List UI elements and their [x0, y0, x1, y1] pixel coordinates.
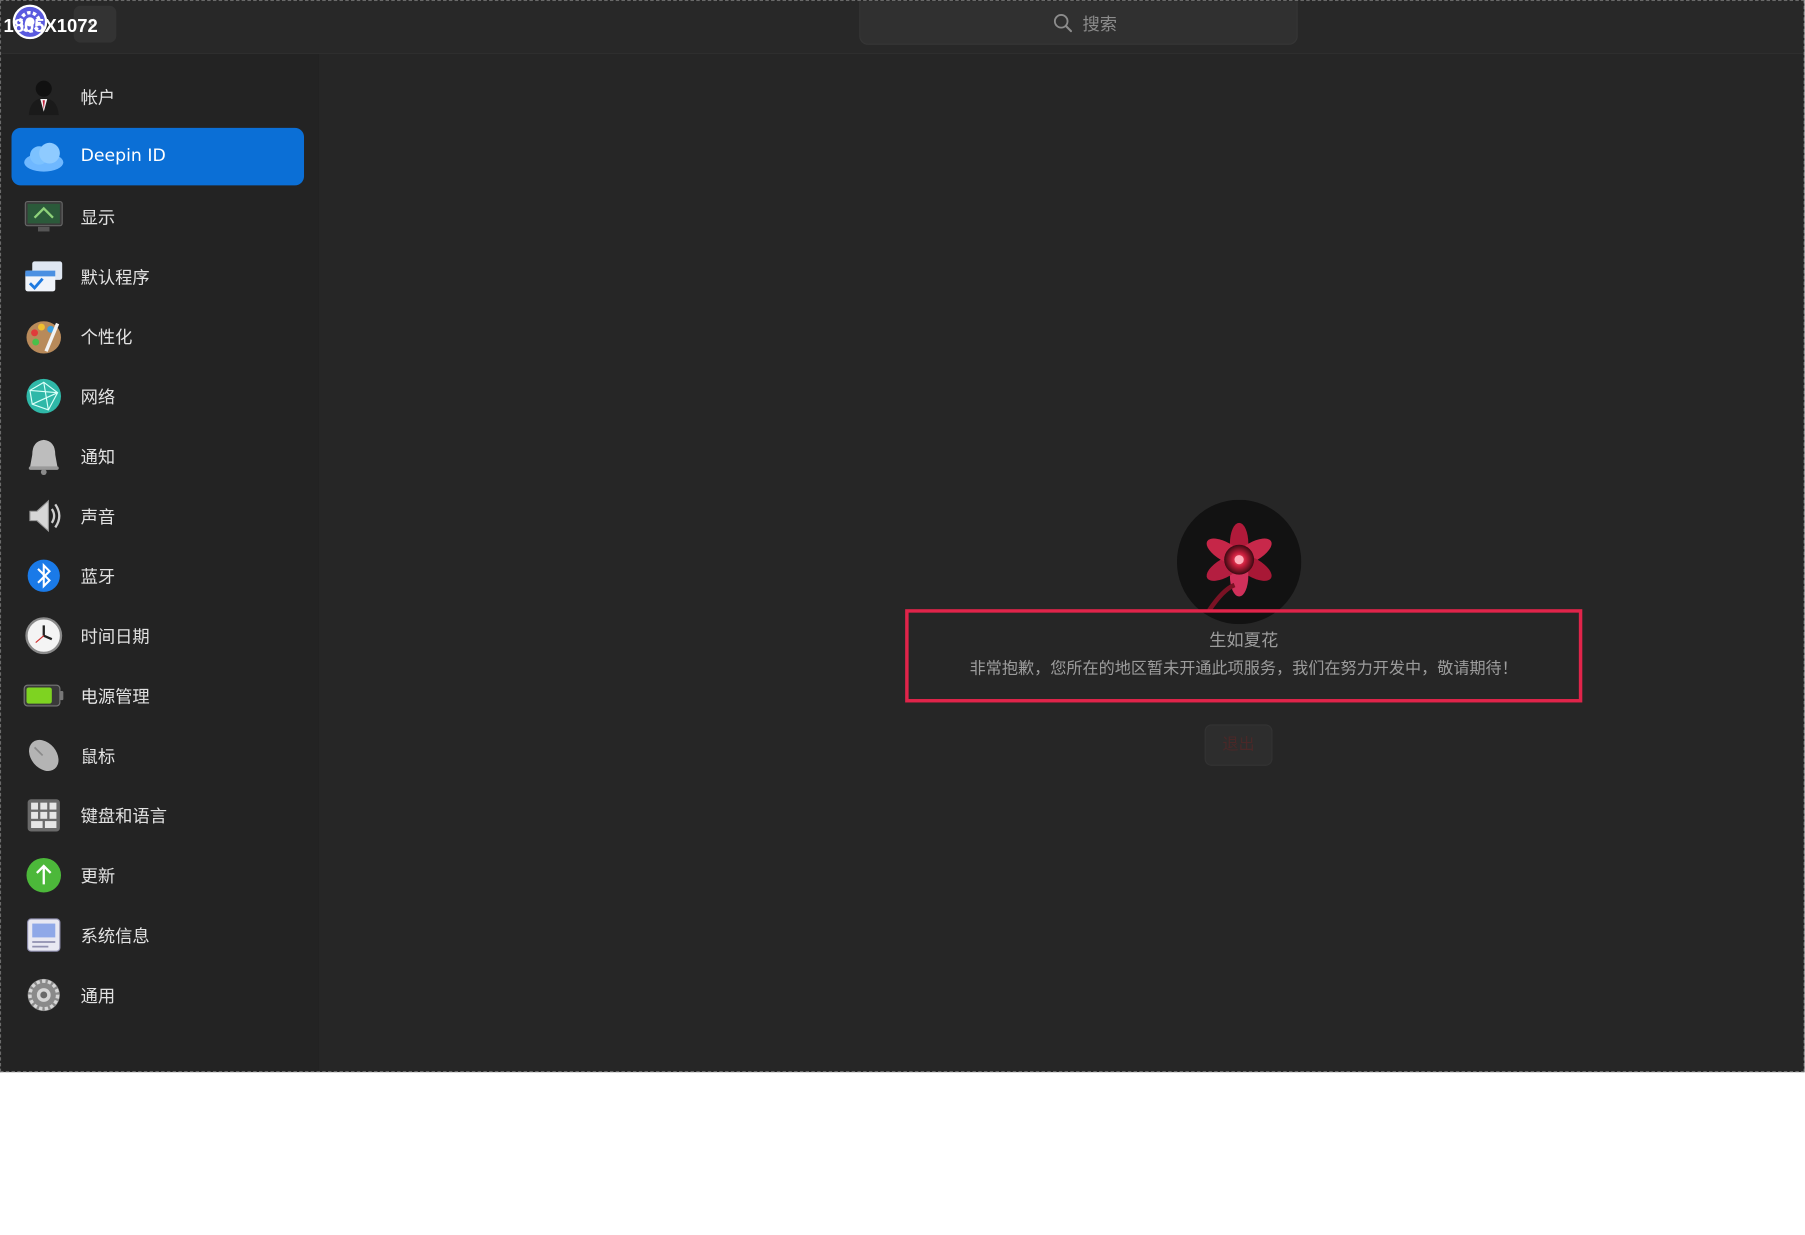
sidebar-item-personalization[interactable]: 个性化 — [12, 307, 305, 365]
search-icon — [1053, 14, 1073, 33]
search-placeholder: 搜索 — [1082, 13, 1118, 35]
sidebar-item-bluetooth[interactable]: 蓝牙 — [12, 547, 305, 605]
sidebar-item-label: 时间日期 — [80, 626, 150, 648]
battery-icon — [23, 684, 64, 707]
sidebar-item-label: 电源管理 — [80, 686, 150, 708]
personalization-icon — [26, 321, 62, 354]
sidebar-item-datetime[interactable]: 时间日期 — [12, 607, 305, 665]
sidebar-item-keyboard[interactable]: 键盘和语言 — [12, 787, 305, 845]
mouse-icon — [29, 739, 59, 771]
sidebar-item-label: 鼠标 — [80, 746, 116, 767]
sidebar: 帐户 Deepin ID 显示 默认程序 个性化 网络 通知 声音 蓝牙 时间日… — [1, 54, 319, 1071]
sidebar-item-label: 通知 — [80, 446, 116, 468]
cloud-icon — [24, 142, 64, 172]
username: 生如夏花 — [1209, 629, 1279, 651]
sidebar-item-system-info[interactable]: 系统信息 — [12, 906, 305, 964]
sidebar-item-label: 帐户 — [80, 87, 116, 109]
bell-icon — [28, 439, 59, 476]
search-box[interactable]: 搜索 — [859, 1, 1298, 45]
sidebar-item-label: 显示 — [80, 207, 116, 229]
network-icon — [26, 378, 62, 414]
sidebar-item-label: Deepin ID — [80, 145, 166, 166]
sidebar-item-default-apps[interactable]: 默认程序 — [12, 248, 305, 306]
sidebar-item-label: 网络 — [80, 386, 116, 408]
sidebar-item-power[interactable]: 电源管理 — [12, 667, 305, 725]
sidebar-item-deepin-id[interactable]: Deepin ID — [11, 127, 305, 186]
logout-button[interactable]: 退出 — [1204, 724, 1273, 766]
service-unavailable-notice: 非常抱歉，您所在的地区暂未开通此项服务，我们在努力开发中，敬请期待！ — [969, 659, 1518, 679]
sidebar-item-label: 蓝牙 — [80, 566, 116, 588]
general-settings-icon — [27, 978, 60, 1012]
sidebar-item-label: 默认程序 — [80, 267, 150, 288]
sidebar-item-mouse[interactable]: 鼠标 — [12, 727, 305, 785]
display-icon — [24, 200, 63, 232]
sidebar-item-label: 系统信息 — [80, 925, 150, 947]
sidebar-item-network[interactable]: 网络 — [12, 367, 305, 425]
sidebar-item-display[interactable]: 显示 — [12, 188, 305, 246]
default-apps-icon — [25, 261, 63, 292]
sidebar-item-label: 更新 — [80, 866, 116, 887]
sidebar-item-label: 键盘和语言 — [80, 806, 167, 827]
system-info-icon — [27, 918, 61, 952]
sidebar-item-notification[interactable]: 通知 — [12, 427, 305, 485]
dimension-label: 1805X1072 — [3, 17, 98, 37]
deepin-id-panel: 生如夏花 非常抱歉，您所在的地区暂未开通此项服务，我们在努力开发中，敬请期待！ … — [318, 54, 1804, 1071]
sidebar-item-general[interactable]: 通用 — [12, 966, 305, 1024]
sidebar-item-label: 通用 — [80, 985, 116, 1007]
update-icon — [26, 857, 62, 893]
sidebar-item-label: 声音 — [80, 506, 116, 528]
control-center-window: ‹ 搜索 1805X1072 帐户 Deepin ID 显示 默认程序 个性化 … — [0, 0, 1805, 1073]
speaker-icon — [29, 499, 61, 533]
sidebar-item-account[interactable]: 帐户 — [12, 68, 305, 126]
title-bar: ‹ 搜索 — [1, 1, 1804, 55]
sidebar-item-label: 个性化 — [80, 327, 133, 348]
avatar — [1176, 499, 1302, 625]
bluetooth-icon — [27, 559, 60, 592]
clock-icon — [25, 617, 63, 655]
account-icon — [28, 80, 59, 116]
sidebar-item-update[interactable]: 更新 — [12, 846, 305, 904]
sidebar-item-sound[interactable]: 声音 — [12, 487, 305, 545]
keyboard-icon — [27, 799, 60, 832]
